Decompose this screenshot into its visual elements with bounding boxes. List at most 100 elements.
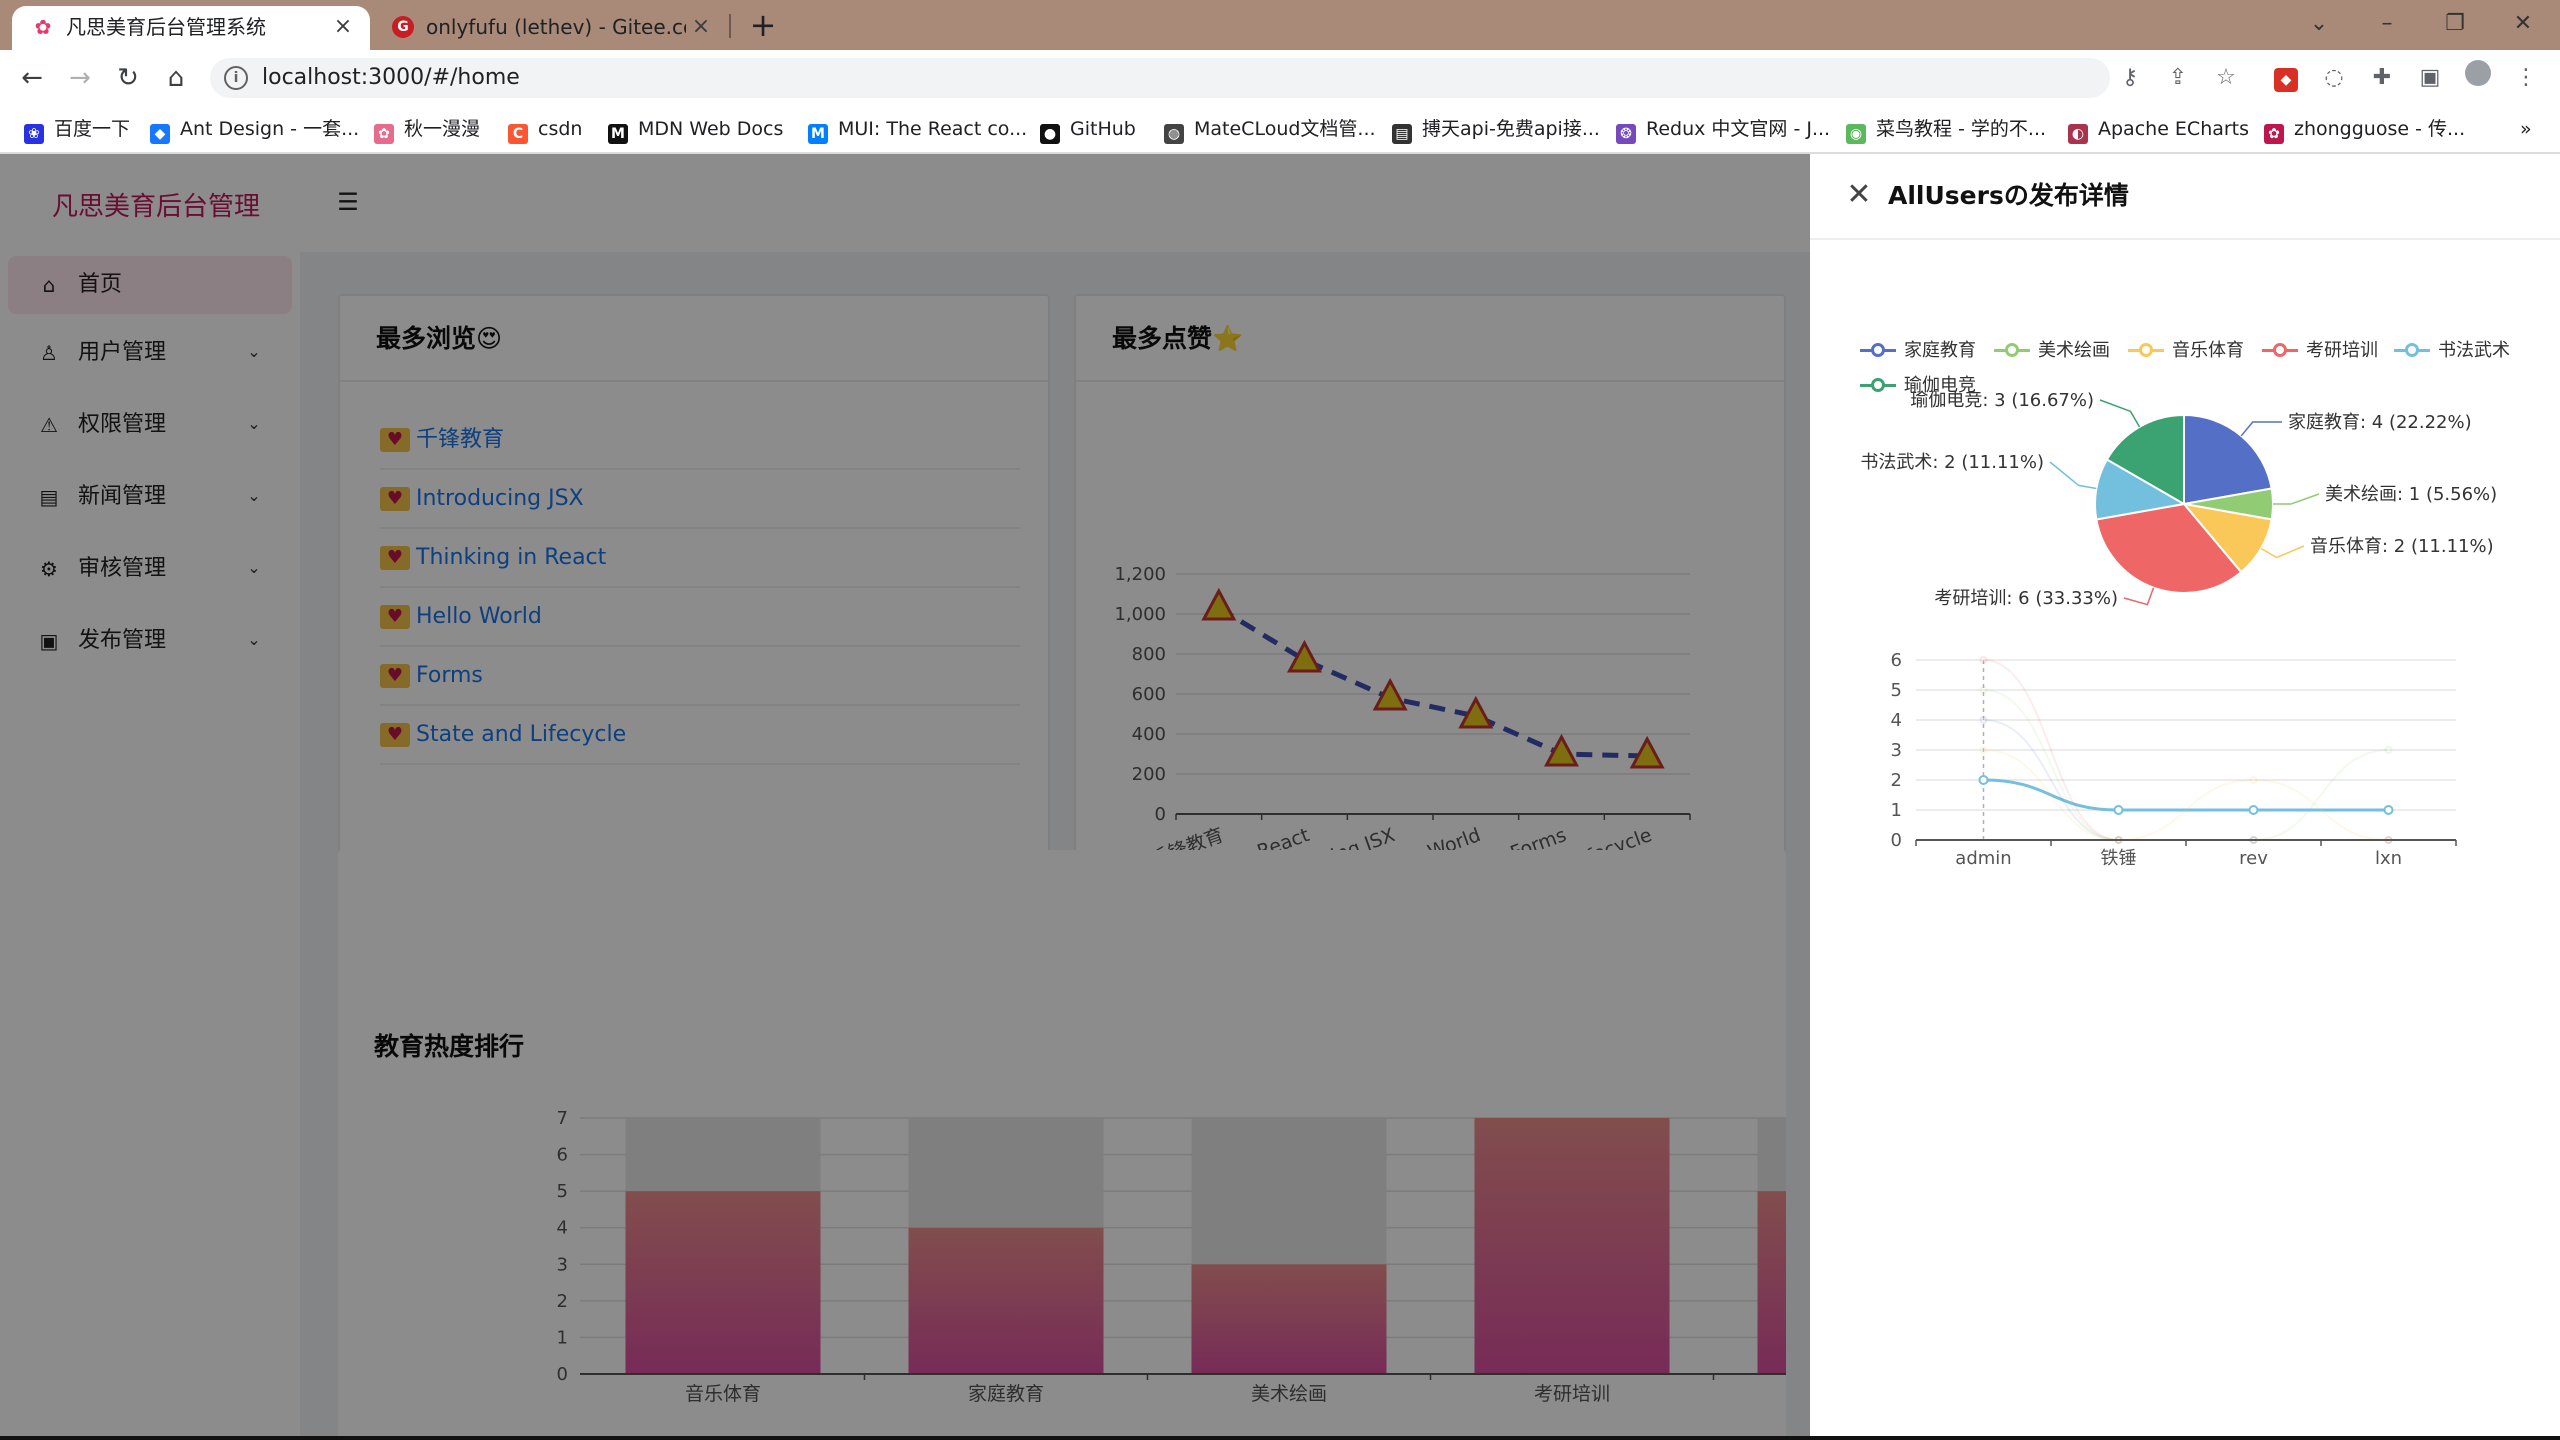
legend-label: 考研培训 <box>2306 340 2378 361</box>
bookmarks-bar: ❀ 百度一下 ◆ Ant Design - 一套... ✿ 秋一漫漫 Ccsdn M MDN W… <box>0 106 2560 154</box>
bookmark-item[interactable]: ❀ 百度一下 <box>24 114 130 144</box>
document-icon: ▤ <box>1392 124 1412 144</box>
legend-swatch <box>2262 340 2298 360</box>
site-info-icon[interactable]: i <box>224 66 248 90</box>
bookmark-item[interactable]: ✿ zhongguose - 传... <box>2264 114 2465 144</box>
tab-search-icon[interactable]: ⌄ <box>2294 6 2344 42</box>
bookmark-item[interactable]: ◐ Apache ECharts <box>2068 114 2249 144</box>
legend-item[interactable]: 美术绘画 <box>1994 337 2110 365</box>
pie-slice-label: 家庭教育: 4 (22.22%) <box>2288 412 2472 433</box>
key-icon[interactable]: ⚷ <box>2116 64 2144 92</box>
reload-icon[interactable]: ↻ <box>110 60 146 96</box>
y-tick-label: 6 <box>1891 652 1902 671</box>
drawer-title: AllUsersの发布详情 <box>1888 181 2129 210</box>
y-tick-label: 5 <box>1891 680 1902 701</box>
y-tick-label: 0 <box>1891 830 1902 851</box>
new-tab-button[interactable]: + <box>746 8 780 42</box>
mdn-icon: M <box>608 124 628 144</box>
extension-circle-icon[interactable]: ◌ <box>2316 60 2352 96</box>
url-text[interactable]: localhost:3000/#/home <box>262 62 520 94</box>
bookmark-item[interactable]: ❂ Redux 中文官网 - J... <box>1616 114 1830 144</box>
bookmark-label: Ant Design - 一套... <box>180 118 360 140</box>
menu-kebab-icon[interactable]: ⋮ <box>2508 60 2544 96</box>
bookmark-item[interactable]: ▤ 搏天api-免费api接... <box>1392 114 1600 144</box>
bookmark-label: 搏天api-免费api接... <box>1422 118 1600 140</box>
user-data-point <box>2383 805 2394 815</box>
address-bar[interactable]: i localhost:3000/#/home ⚷ <box>210 58 2138 98</box>
user-data-point <box>1979 746 1988 754</box>
bookmark-label: csdn <box>538 118 583 140</box>
close-window-button[interactable]: ✕ <box>2498 6 2548 42</box>
bookmark-item[interactable]: ◆ Ant Design - 一套... <box>150 114 359 144</box>
drawer-mask[interactable] <box>0 154 1810 1440</box>
bookmark-star-icon[interactable]: ☆ <box>2208 60 2244 96</box>
bookmark-item[interactable]: M MUI: The React co... <box>808 114 1027 144</box>
pie-slice-label: 书法武术: 2 (11.11%) <box>1860 452 2044 473</box>
y-tick-label: 2 <box>1891 770 1902 791</box>
x-tick-label: rev <box>2239 848 2268 869</box>
legend-item[interactable]: 书法武术 <box>2394 337 2510 365</box>
bookmark-label: MDN Web Docs <box>638 118 784 140</box>
pie-slice-label: 考研培训: 6 (33.33%) <box>1934 588 2118 609</box>
flower-icon: ✿ <box>374 124 394 144</box>
bookmark-label: MateCLoud文档管... <box>1194 118 1376 140</box>
globe-icon: ◍ <box>1164 124 1184 144</box>
bookmark-item[interactable]: Ccsdn <box>508 114 582 144</box>
profile-avatar-icon[interactable] <box>2460 60 2496 96</box>
bookmark-label: Apache ECharts <box>2098 118 2250 140</box>
share-icon[interactable]: ⇪ <box>2160 60 2196 96</box>
bookmark-label: zhongguose - 传... <box>2294 118 2466 140</box>
user-data-point <box>2384 746 2393 754</box>
legend-item[interactable]: 音乐体育 <box>2128 337 2244 365</box>
bookmark-label: MUI: The React co... <box>838 118 1028 140</box>
side-panel-icon[interactable]: ▣ <box>2412 60 2448 96</box>
drawer-header: ✕ AllUsersの发布详情 <box>1810 154 2560 240</box>
pie-label-line <box>2099 399 2141 428</box>
flower-icon: ✿ <box>2264 124 2284 144</box>
extensions-puzzle-icon[interactable]: ✚ <box>2364 60 2400 96</box>
bookmark-item[interactable]: M MDN Web Docs <box>608 114 783 144</box>
bookmark-item[interactable]: ◍ MateCLoud文档管... <box>1164 114 1376 144</box>
forward-icon[interactable]: → <box>62 60 98 96</box>
home-icon[interactable]: ⌂ <box>158 60 194 96</box>
pie-label-line <box>2123 587 2155 606</box>
close-icon[interactable]: ✕ <box>1844 180 1874 210</box>
minimize-button[interactable]: – <box>2362 6 2412 42</box>
tab-title: onlyfufu (lethev) - Gitee.com <box>426 15 686 39</box>
csdn-icon: C <box>508 124 528 144</box>
bookmark-label: 秋一漫漫 <box>404 118 481 140</box>
gitee-favicon: G <box>392 16 414 38</box>
y-tick-label: 4 <box>1891 710 1902 731</box>
publish-detail-drawer: ✕ AllUsersの发布详情 家庭教育 美术绘画 音乐体育 考研培训 书法武术 瑜伽电竞… <box>1810 154 2560 1440</box>
tab-gitee[interactable]: G onlyfufu (lethev) - Gitee.com × <box>372 6 728 50</box>
runoob-icon: ◉ <box>1846 124 1866 144</box>
legend-item[interactable]: 考研培训 <box>2262 337 2378 365</box>
user-data-point <box>2248 805 2259 815</box>
browser-toolbar: ← → ↻ ⌂ i localhost:3000/#/home ⚷ ⇪ ☆ ◆ … <box>0 50 2560 106</box>
tab-close-icon[interactable]: × <box>688 14 714 40</box>
extension-red-icon[interactable]: ◆ <box>2268 60 2304 96</box>
legend-swatch <box>1860 340 1896 360</box>
tab-admin-system[interactable]: ✿ 凡思美育后台管理系统 × <box>12 6 370 50</box>
user-data-point <box>1979 716 1988 724</box>
bookmark-item[interactable]: ● GitHub <box>1040 114 1136 144</box>
redux-icon: ❂ <box>1616 124 1636 144</box>
more-bookmarks-button[interactable]: » <box>2520 114 2532 144</box>
bookmark-label: GitHub <box>1070 118 1136 140</box>
user-line-chart: 0 1 2 3 4 5 6 admin 铁锤 rev lxn <box>1891 652 2457 869</box>
y-tick-label: 3 <box>1891 740 1902 761</box>
tab-strip: ✿ 凡思美育后台管理系统 × G onlyfufu (lethev) - Git… <box>0 0 2560 50</box>
bookmark-item[interactable]: ◉ 菜鸟教程 - 学的不... <box>1846 114 2046 144</box>
x-tick-label: admin <box>1955 848 2011 869</box>
publish-pie-chart: 家庭教育: 4 (22.22%) 美术绘画: 1 (5.56%) 音乐体育: 2 (… <box>1860 390 2497 609</box>
tab-title: 凡思美育后台管理系统 <box>66 15 266 39</box>
tab-separator <box>729 14 731 38</box>
bookmark-label: 百度一下 <box>54 118 131 140</box>
bookmark-item[interactable]: ✿ 秋一漫漫 <box>374 114 480 144</box>
legend-label: 书法武术 <box>2438 340 2510 361</box>
back-icon[interactable]: ← <box>14 60 50 96</box>
x-tick-label: lxn <box>2375 848 2402 869</box>
legend-item[interactable]: 家庭教育 <box>1860 337 1976 365</box>
tab-close-icon[interactable]: × <box>330 14 356 40</box>
restore-button[interactable]: ❐ <box>2430 6 2480 42</box>
